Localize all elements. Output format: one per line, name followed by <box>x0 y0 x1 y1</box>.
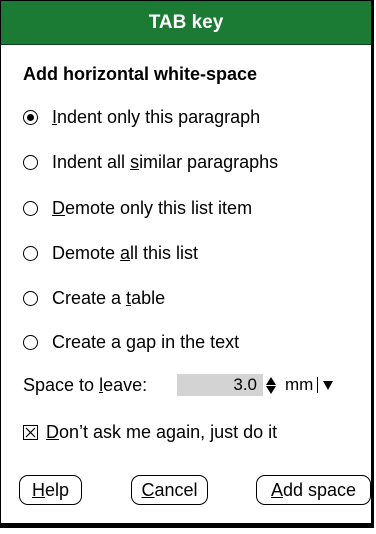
title-bar: TAB key <box>1 1 371 45</box>
option-label: Indent all similar paragraphs <box>52 151 279 172</box>
unit-select[interactable]: mm <box>280 374 339 396</box>
dont-ask-again-label: Don’t ask me again, just do it <box>46 421 278 442</box>
dont-ask-again-row[interactable]: Don’t ask me again, just do it <box>23 419 277 445</box>
option-demote-list[interactable]: Demote all this list <box>23 239 198 267</box>
option-label: Indent only this paragraph <box>52 106 261 127</box>
radio-button[interactable] <box>23 334 38 350</box>
option-label: Create a gap in the text <box>52 331 240 352</box>
help-button[interactable]: Help <box>19 475 82 505</box>
add-space-button[interactable]: Add space <box>256 475 371 505</box>
checkbox-cross-icon <box>25 427 36 437</box>
space-amount-input[interactable] <box>177 374 263 396</box>
spin-down-arrow-icon[interactable] <box>266 385 276 394</box>
dialog-title: TAB key <box>148 12 224 33</box>
space-to-leave-label: Space to leave: <box>23 374 148 395</box>
option-indent-similar[interactable]: Indent all similar paragraphs <box>23 148 278 176</box>
option-label: Create a table <box>52 287 166 308</box>
option-indent-paragraph[interactable]: Indent only this paragraph <box>23 103 260 131</box>
option-demote-item[interactable]: Demote only this list item <box>23 194 252 222</box>
option-create-gap[interactable]: Create a gap in the text <box>23 328 239 356</box>
spin-up-arrow-icon[interactable] <box>266 376 276 385</box>
dropdown-arrow-icon[interactable] <box>323 380 334 390</box>
radio-button[interactable] <box>23 290 38 306</box>
space-amount-spinner[interactable] <box>266 374 276 396</box>
radio-button[interactable] <box>23 245 38 261</box>
option-label: Demote all this list <box>52 242 199 263</box>
radio-button[interactable] <box>23 154 38 170</box>
dont-ask-again-checkbox[interactable] <box>23 424 38 440</box>
unit-value: mm <box>280 376 319 393</box>
cancel-button[interactable]: Cancel <box>131 475 208 505</box>
radio-button-selected[interactable] <box>23 109 38 125</box>
section-heading: Add horizontal white-space <box>23 64 258 84</box>
radio-button[interactable] <box>23 200 38 216</box>
option-label: Demote only this list item <box>52 197 253 218</box>
tab-key-dialog: TAB key Add horizontal white-space Inden… <box>0 0 374 528</box>
space-to-leave-row: Space to leave: mm <box>23 372 339 398</box>
option-create-table[interactable]: Create a table <box>23 284 165 312</box>
